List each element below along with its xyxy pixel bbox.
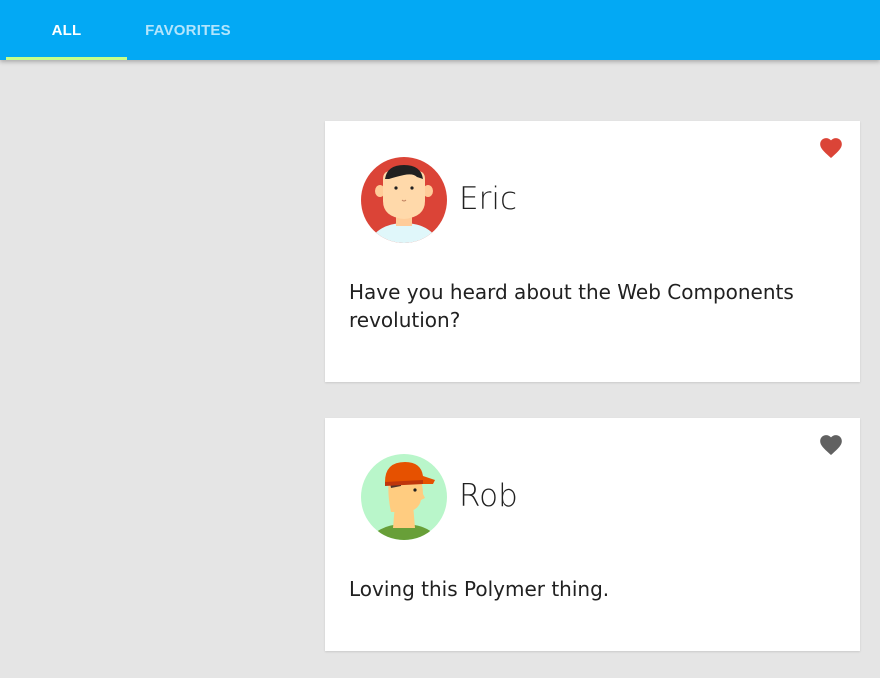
- tab-all[interactable]: ALL: [6, 0, 127, 60]
- selected-tab-indicator: [6, 57, 127, 60]
- post-card: Rob Loving this Polymer thing.: [325, 418, 860, 651]
- post-username: Eric: [459, 181, 517, 217]
- post-text: Loving this Polymer thing.: [349, 577, 610, 601]
- post-card: Eric Have you heard about the Web Compon…: [325, 121, 860, 382]
- favorite-button[interactable]: [818, 434, 844, 458]
- avatar-rob-icon: [361, 454, 447, 540]
- tab-favorites[interactable]: FAVORITES: [127, 0, 249, 60]
- favorite-button[interactable]: [818, 137, 844, 161]
- toolbar: ALL FAVORITES: [0, 0, 880, 60]
- avatar: [361, 454, 447, 540]
- heart-icon: [820, 138, 842, 159]
- avatar: [361, 157, 447, 243]
- post-username: Rob: [459, 478, 518, 514]
- post-text: Have you heard about the Web Components …: [349, 280, 794, 332]
- avatar-eric-icon: [361, 157, 447, 243]
- heart-icon: [820, 435, 842, 456]
